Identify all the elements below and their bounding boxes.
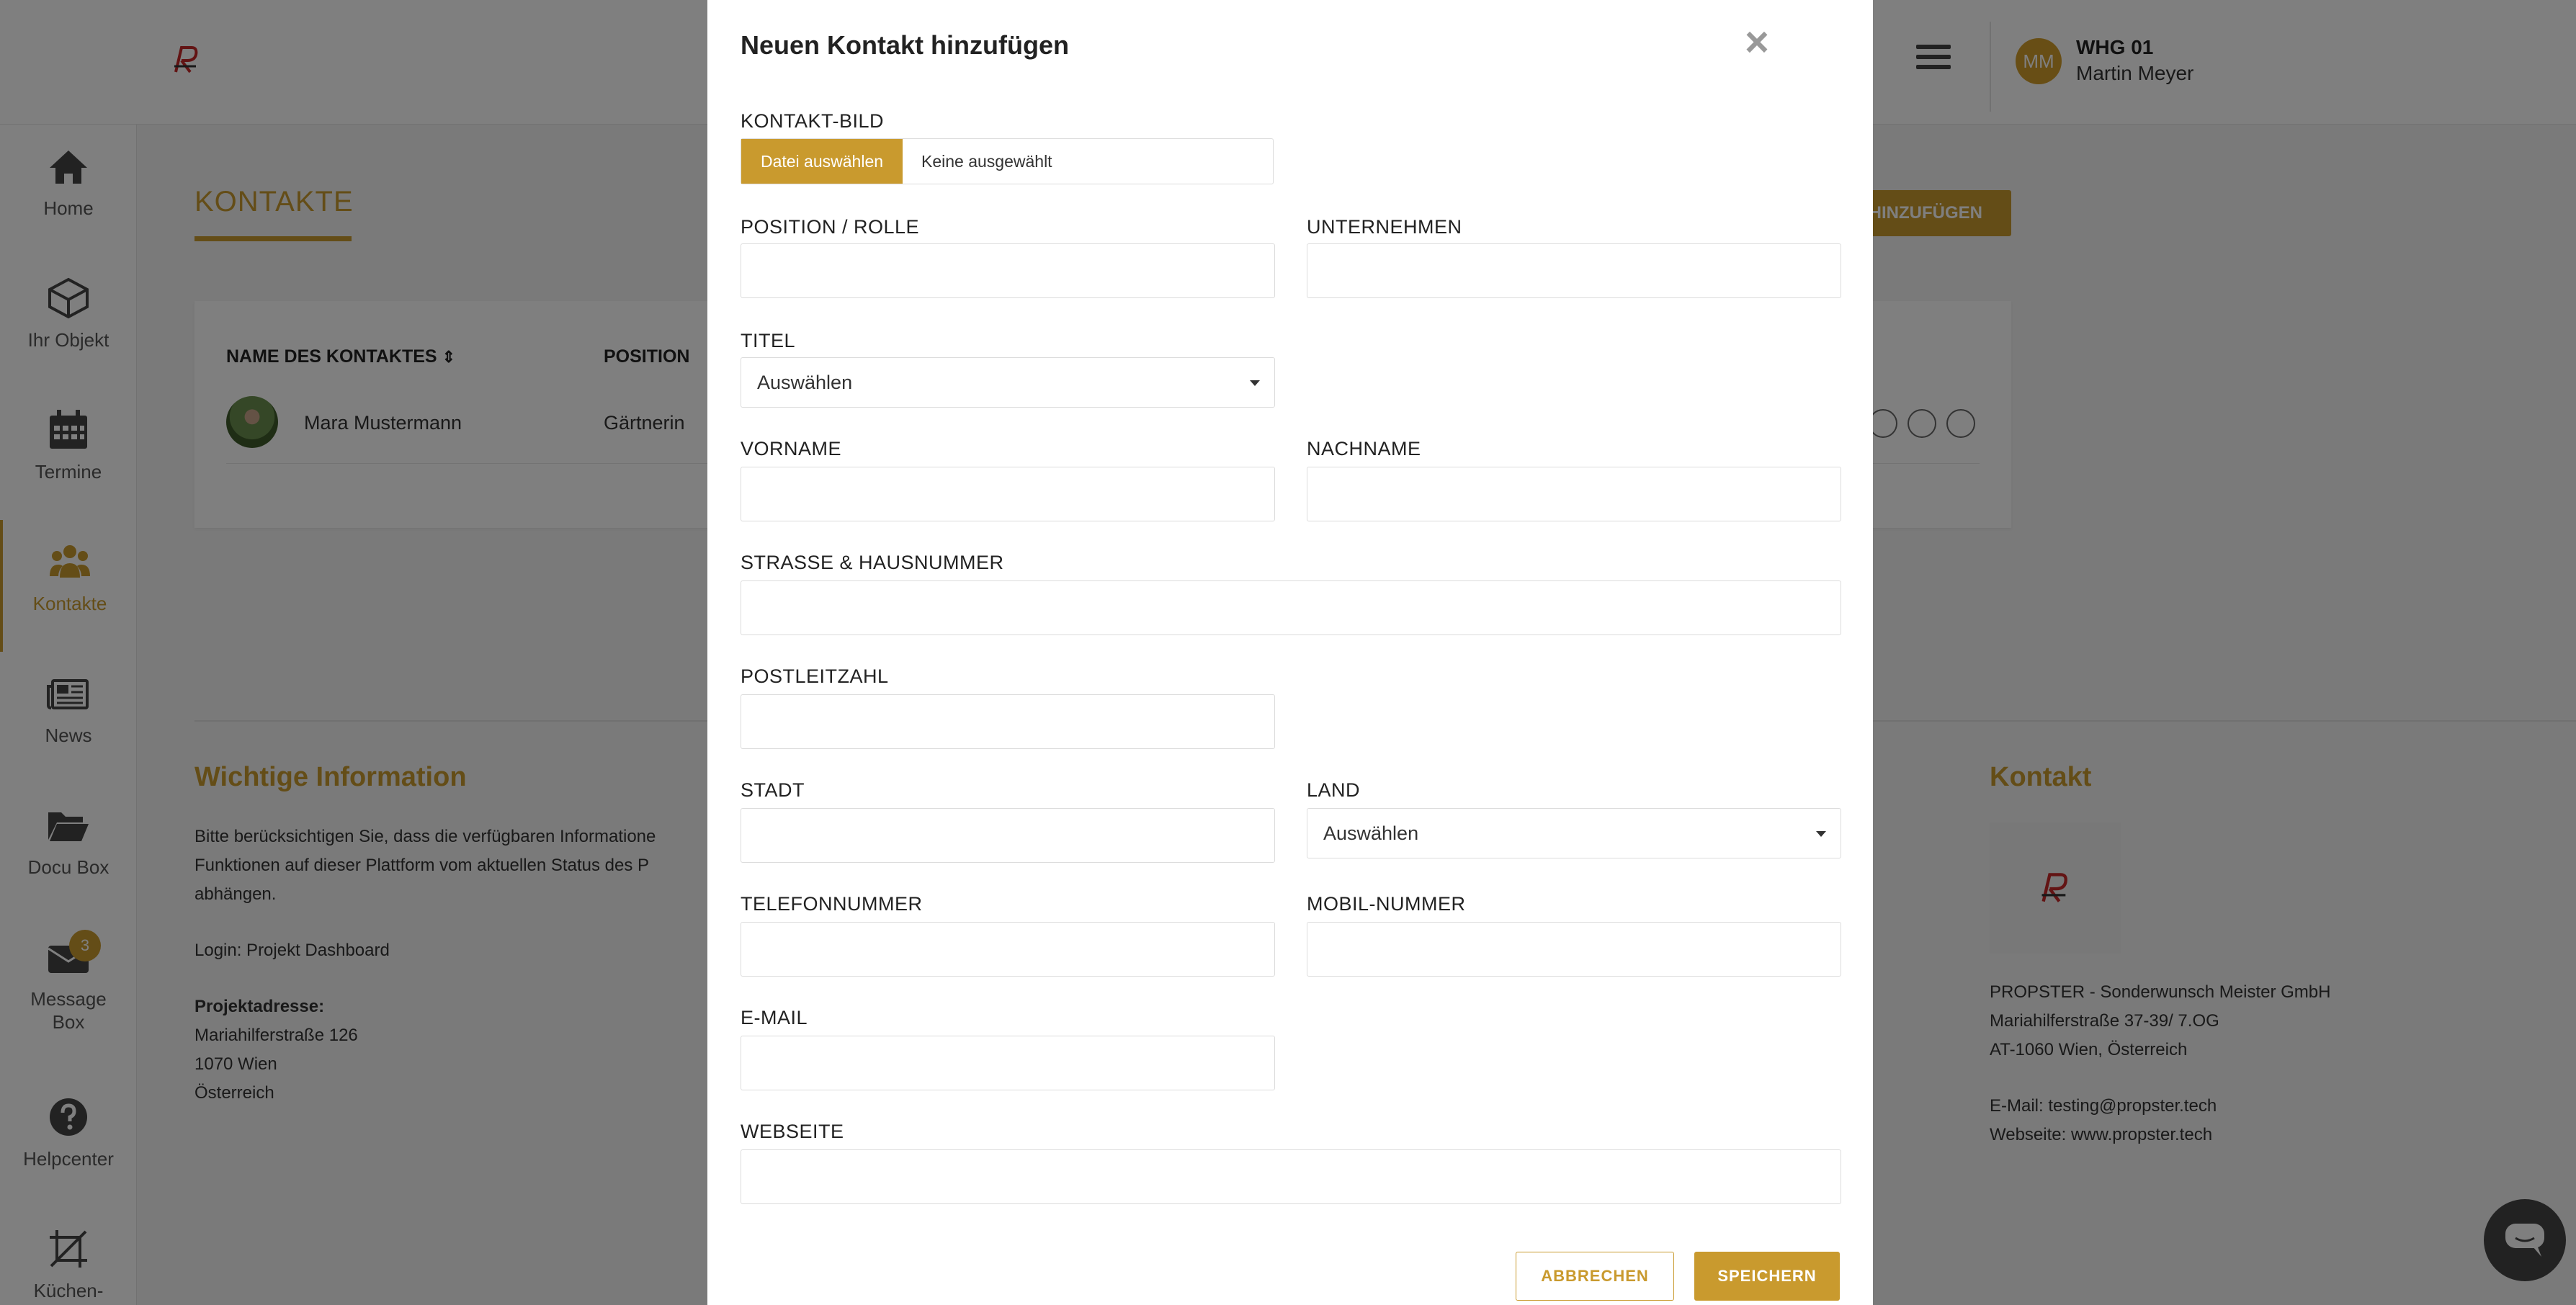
lastname-input[interactable] bbox=[1307, 467, 1841, 521]
add-contact-modal: Neuen Kontakt hinzufügen × KONTAKT-BILD … bbox=[707, 0, 1873, 1305]
website-label: WEBSEITE bbox=[741, 1121, 844, 1142]
email-label: E-MAIL bbox=[741, 1007, 808, 1028]
close-icon[interactable]: × bbox=[1745, 22, 1769, 63]
chevron-down-icon bbox=[1250, 380, 1260, 386]
website-input[interactable] bbox=[741, 1149, 1841, 1204]
position-label: POSITION / ROLLE bbox=[741, 216, 920, 238]
email-input[interactable] bbox=[741, 1036, 1275, 1090]
position-input[interactable] bbox=[741, 243, 1275, 298]
zip-input[interactable] bbox=[741, 694, 1275, 749]
file-picker[interactable]: Datei auswählen Keine ausgewählt bbox=[741, 138, 1274, 184]
image-label: KONTAKT-BILD bbox=[741, 110, 885, 132]
mobile-label: MOBIL-NUMMER bbox=[1307, 893, 1466, 915]
mobile-input[interactable] bbox=[1307, 922, 1841, 977]
title-label: TITEL bbox=[741, 330, 796, 351]
phone-label: TELEFONNUMMER bbox=[741, 893, 923, 915]
firstname-label: VORNAME bbox=[741, 438, 842, 459]
company-label: UNTERNEHMEN bbox=[1307, 216, 1462, 238]
country-select-value: Auswählen bbox=[1323, 822, 1419, 844]
cancel-button[interactable]: ABBRECHEN bbox=[1516, 1252, 1674, 1301]
file-select-button[interactable]: Datei auswählen bbox=[741, 139, 903, 184]
title-select-value: Auswählen bbox=[757, 372, 853, 393]
company-input[interactable] bbox=[1307, 243, 1841, 298]
save-button[interactable]: SPEICHERN bbox=[1694, 1252, 1840, 1301]
title-select[interactable]: Auswählen bbox=[741, 357, 1275, 408]
country-select[interactable]: Auswählen bbox=[1307, 808, 1841, 858]
phone-input[interactable] bbox=[741, 922, 1275, 977]
chevron-down-icon bbox=[1816, 831, 1826, 837]
city-input[interactable] bbox=[741, 808, 1275, 863]
file-status: Keine ausgewählt bbox=[921, 152, 1052, 171]
lastname-label: NACHNAME bbox=[1307, 438, 1421, 459]
firstname-input[interactable] bbox=[741, 467, 1275, 521]
modal-title: Neuen Kontakt hinzufügen bbox=[741, 30, 1069, 60]
street-input[interactable] bbox=[741, 580, 1841, 635]
city-label: STADT bbox=[741, 779, 805, 801]
zip-label: POSTLEITZAHL bbox=[741, 665, 889, 687]
street-label: STRASSE & HAUSNUMMER bbox=[741, 552, 1004, 573]
country-label: LAND bbox=[1307, 779, 1361, 801]
